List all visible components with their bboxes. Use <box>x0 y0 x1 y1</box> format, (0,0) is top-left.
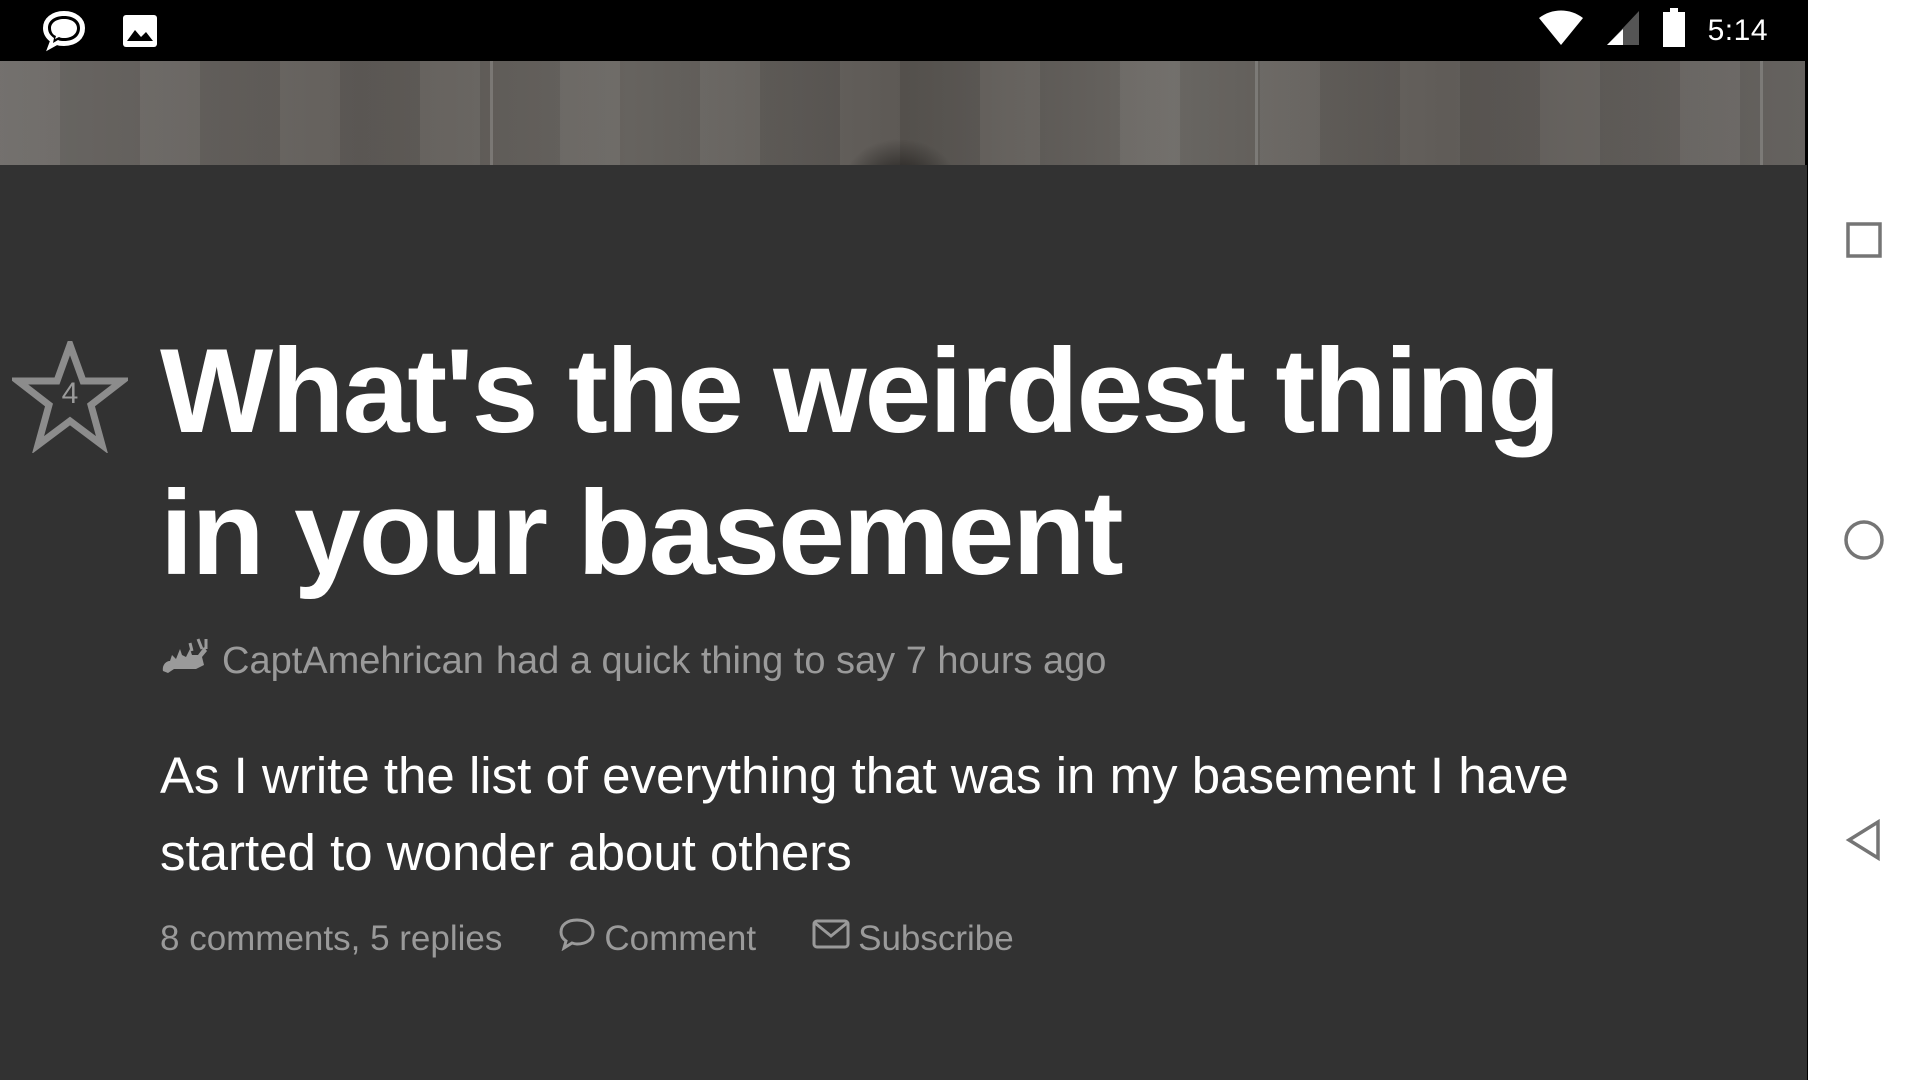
post-actions: 8 comments, 5 replies Comment Subscribe <box>160 917 1070 960</box>
screen: 5:14 4 What's the weirdest thing in your… <box>0 0 1920 1080</box>
post-title: What's the weirdest thing in your baseme… <box>160 324 1561 600</box>
comment-button[interactable]: Comment <box>558 917 756 960</box>
subscribe-button[interactable]: Subscribe <box>812 918 1014 959</box>
comment-stats-label: 8 comments, 5 replies <box>160 918 503 958</box>
wifi-icon <box>1538 10 1584 51</box>
hero-texture <box>490 61 493 165</box>
status-right: 5:14 <box>1538 8 1768 53</box>
comment-label: Comment <box>604 918 757 958</box>
recents-button[interactable] <box>1834 210 1894 270</box>
star-count: 4 <box>61 377 79 410</box>
home-button[interactable] <box>1834 510 1894 570</box>
envelope-icon <box>812 918 850 959</box>
battery-icon <box>1662 8 1686 53</box>
recents-square-icon <box>1846 222 1882 258</box>
status-time: 5:14 <box>1707 13 1768 47</box>
cell-signal-icon <box>1606 10 1640 51</box>
post-body: As I write the list of everything that w… <box>160 747 1569 881</box>
subscribe-label: Subscribe <box>858 918 1014 958</box>
hero-texture <box>1760 61 1763 165</box>
star-rating-button[interactable]: 4 <box>7 334 133 454</box>
post-meta: CaptAmehrican had a quick thing to say 7… <box>160 635 1106 687</box>
post-meta-text: had a quick thing to say 7 hours ago <box>495 639 1107 682</box>
author-name[interactable]: CaptAmehrican <box>222 640 484 683</box>
image-icon <box>122 14 158 53</box>
chat-bubble-icon <box>40 8 88 59</box>
speech-bubble-icon <box>558 917 596 960</box>
back-button[interactable] <box>1834 810 1894 870</box>
back-triangle-icon <box>1845 818 1880 862</box>
author-avatar-icon <box>160 635 210 687</box>
navigation-bar <box>1808 0 1920 1080</box>
hero-image <box>0 61 1805 165</box>
status-bar: 5:14 <box>0 0 1808 61</box>
status-left <box>40 8 158 59</box>
comment-stats[interactable]: 8 comments, 5 replies <box>160 919 502 959</box>
hero-texture <box>1255 61 1258 165</box>
home-circle-icon <box>1844 520 1884 560</box>
post-content: 4 What's the weirdest thing in your base… <box>0 165 1807 1080</box>
